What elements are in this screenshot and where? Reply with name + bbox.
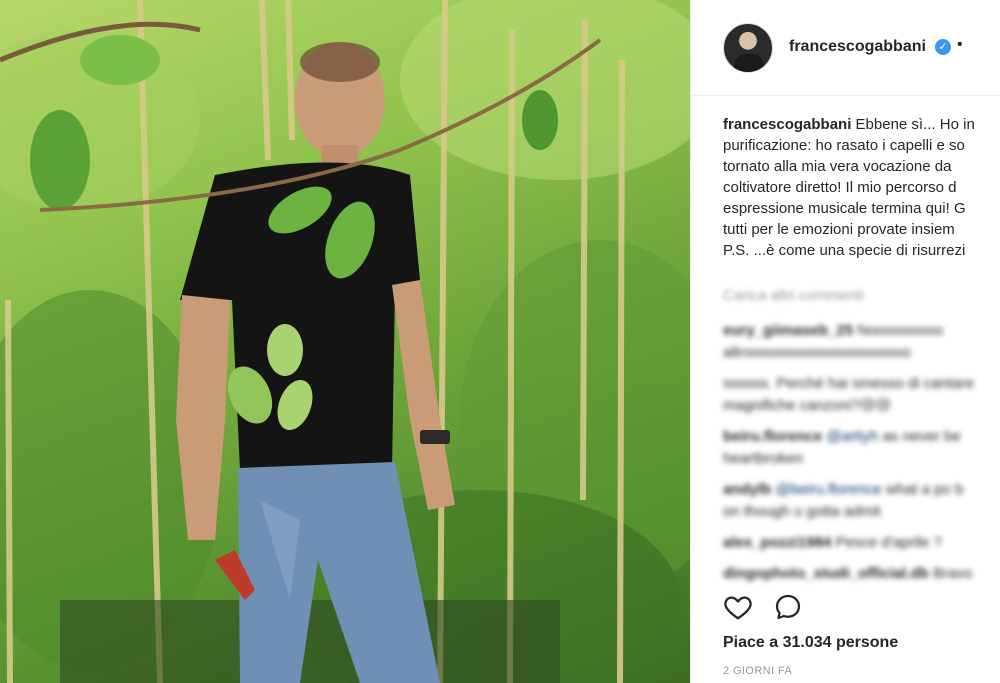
comment-bubble-icon[interactable] xyxy=(773,592,803,622)
comment-text: Nooooooooo xyxy=(857,322,944,339)
caption-line-6: tutti per le emozioni provate insiem xyxy=(723,221,955,238)
caption-username[interactable]: francescogabbani xyxy=(723,116,851,133)
comment-item: alex_pozzi1984 Pesce d'aprile ? xyxy=(723,532,1000,554)
comment-username[interactable]: andylb xyxy=(723,481,771,498)
comment-mention[interactable]: @beiru.florence xyxy=(776,481,882,498)
author-username[interactable]: francescogabbani xyxy=(789,38,926,56)
comment-text: ssssss. Perché hai smesso di cantare xyxy=(723,375,974,392)
comment-username[interactable]: alex_pozzi1984 xyxy=(723,534,831,551)
comment-item: eury_giimaseb_25 Nooooooooo altroooooooo… xyxy=(723,320,1000,364)
post-timestamp: 2 GIORNI FA xyxy=(723,665,793,677)
author-avatar[interactable] xyxy=(723,23,773,73)
comment-text-cont: heartbroken xyxy=(723,450,804,467)
comment-username[interactable]: eury_giimaseb_25 xyxy=(723,322,853,339)
comment-text: Pesce d'aprile ? xyxy=(835,534,942,551)
comment-item: dingophoto_studi_official.db Bravo xyxy=(723,563,1000,585)
caption-line-1: Ebbene sì... Ho in xyxy=(855,116,975,133)
likes-count[interactable]: Piace a 31.034 persone xyxy=(723,634,898,652)
comment-text-cont: magnifiche canzoni?😢😢 xyxy=(723,397,892,414)
comment-text: what a po b xyxy=(881,481,964,498)
post-header: francescogabbani ✓ • xyxy=(691,0,1000,96)
comment-text: as never be xyxy=(878,428,961,445)
comment-item: beiru.florence @artiyh as never be heart… xyxy=(723,426,1000,470)
comment-text-cont: on though u gotta admit xyxy=(723,503,881,520)
comment-text-cont: altroooooooooooooooooooo xyxy=(723,344,911,361)
caption-line-4: coltivatore diretto! Il mio percorso d xyxy=(723,179,957,196)
post-side-panel: francescogabbani ✓ • francescogabbani Eb… xyxy=(690,0,1000,683)
verified-badge-icon: ✓ xyxy=(935,39,951,55)
comment-username[interactable]: dingophoto_studi_official.db xyxy=(723,565,929,582)
caption-line-5: espressione musicale termina qui! G xyxy=(723,200,966,217)
photo-scene xyxy=(0,0,690,683)
load-more-comments-link[interactable]: Carica altri commenti xyxy=(723,287,864,304)
comment-mention[interactable]: @artiyh xyxy=(826,428,878,445)
caption-line-2: purificazione: ho rasato i capelli e so xyxy=(723,137,965,154)
caption-line-7: P.S. ...è come una specie di risurrezi xyxy=(723,242,966,259)
comments-list: eury_giimaseb_25 Nooooooooo altroooooooo… xyxy=(723,320,1000,594)
post-photo[interactable] xyxy=(0,0,690,683)
like-heart-icon[interactable] xyxy=(723,592,753,622)
comment-text: Bravo xyxy=(932,565,973,582)
comment-item: ssssss. Perché hai smesso di cantare mag… xyxy=(723,373,1000,417)
post-caption: francescogabbani Ebbene sì... Ho in puri… xyxy=(723,114,1000,261)
header-separator-dot: • xyxy=(957,36,963,53)
caption-line-3: tornato alla mia vera vocazione da xyxy=(723,158,952,175)
comment-item: andylb @beiru.florence what a po b on th… xyxy=(723,479,1000,523)
comment-username[interactable]: beiru.florence xyxy=(723,428,822,445)
